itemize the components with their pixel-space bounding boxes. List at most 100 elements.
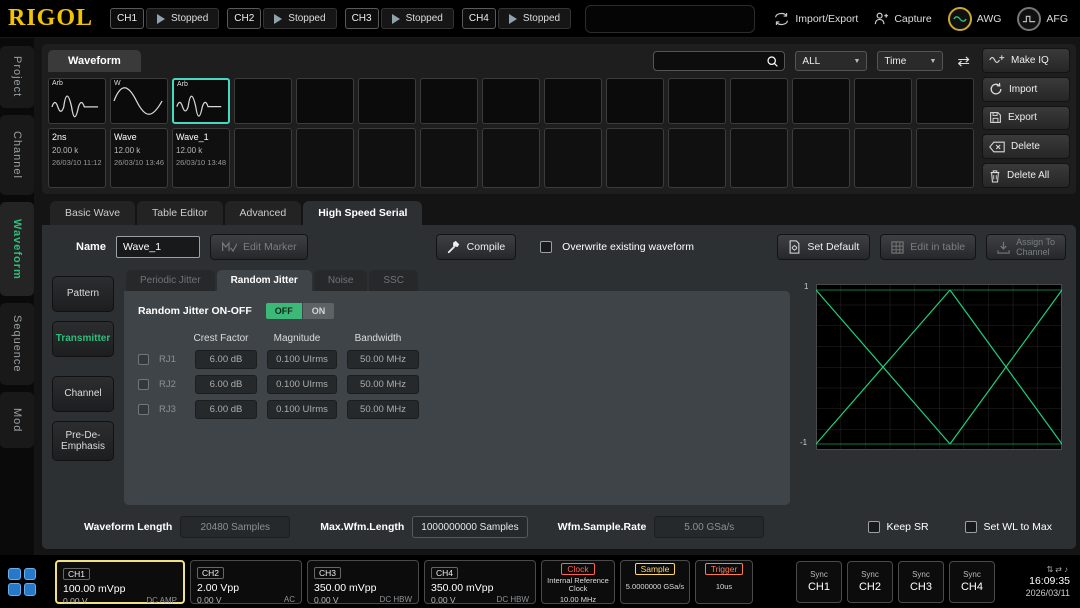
nav-pre-de-emphasis-button[interactable]: Pre-De-Emphasis <box>52 421 114 461</box>
max-wfm-length-field[interactable]: 1000000000 Samples <box>412 516 527 538</box>
waveform-thumbnail-empty[interactable] <box>916 78 974 124</box>
statusbar-ch1-block[interactable]: CH1 100.00 mVpp 0.00 V DC AMP <box>55 560 185 604</box>
delete-button[interactable]: Delete <box>982 134 1070 159</box>
waveform-length-field[interactable]: 20480 Samples <box>180 516 290 538</box>
waveform-slot-empty[interactable] <box>606 78 664 188</box>
waveform-thumbnail-selected[interactable]: Arb <box>172 78 230 124</box>
channel-status-ch4[interactable]: CH4 Stopped <box>462 8 571 29</box>
sync-ch3-button[interactable]: Sync CH3 <box>898 561 944 603</box>
waveform-slot-empty[interactable] <box>916 78 974 188</box>
sync-ch2-button[interactable]: Sync CH2 <box>847 561 893 603</box>
waveform-item-wave1-selected[interactable]: Arb Wave_1 12.00 k 26/03/10 13:48 <box>172 78 230 188</box>
toggle-on-button[interactable]: ON <box>303 303 335 319</box>
assign-to-channel-button[interactable]: Assign ToChannel <box>986 234 1066 260</box>
rj3-magnitude-field[interactable]: 0.100 UIrms <box>267 400 337 419</box>
nav-pattern-button[interactable]: Pattern <box>52 276 114 312</box>
waveform-thumbnail-empty[interactable] <box>606 78 664 124</box>
waveform-slot-empty[interactable] <box>792 78 850 188</box>
toggle-off-button[interactable]: OFF <box>266 303 302 319</box>
waveform-thumbnail-empty[interactable] <box>730 78 788 124</box>
tab-table-editor[interactable]: Table Editor <box>137 201 222 225</box>
waveform-thumbnail[interactable]: Arb <box>48 78 106 124</box>
rj1-bandwidth-field[interactable]: 50.00 MHz <box>347 350 419 369</box>
waveform-thumbnail-empty[interactable] <box>296 78 354 124</box>
waveform-thumbnail-empty[interactable] <box>482 78 540 124</box>
rj3-checkbox[interactable] <box>138 404 149 415</box>
statusbar-ch4-block[interactable]: CH4 350.00 mVpp 0.00 V DC HBW <box>424 560 536 604</box>
rj2-bandwidth-field[interactable]: 50.00 MHz <box>347 375 419 394</box>
statusbar-ch2-block[interactable]: CH2 2.00 Vpp 0.00 V AC <box>190 560 302 604</box>
waveform-item-wave[interactable]: W Wave 12.00 k 26/03/10 13:46 <box>110 78 168 188</box>
nav-channel-button[interactable]: Channel <box>52 376 114 412</box>
sort-order-icon[interactable]: ⇄ <box>953 52 974 70</box>
tab-noise[interactable]: Noise <box>314 270 368 291</box>
waveform-thumbnail-empty[interactable] <box>234 78 292 124</box>
waveform-slot-empty[interactable] <box>854 78 912 188</box>
waveform-thumbnail-empty[interactable] <box>668 78 726 124</box>
waveform-thumbnail-empty[interactable] <box>792 78 850 124</box>
apps-grid-button[interactable] <box>8 568 36 596</box>
waveform-slot-empty[interactable] <box>296 78 354 188</box>
waveform-slot-empty[interactable] <box>730 78 788 188</box>
tab-advanced[interactable]: Advanced <box>225 201 302 225</box>
export-button[interactable]: Export <box>982 106 1070 131</box>
waveform-thumbnail-empty[interactable] <box>420 78 478 124</box>
sync-ch1-button[interactable]: Sync CH1 <box>796 561 842 603</box>
waveform-slot-empty[interactable] <box>420 78 478 188</box>
edit-marker-button[interactable]: Edit Marker <box>210 234 308 260</box>
sort-by-dropdown[interactable]: Time ▼ <box>877 51 943 71</box>
waveform-slot-empty[interactable] <box>234 78 292 188</box>
capture-button[interactable]: Capture <box>870 11 935 26</box>
sidebar-item-channel[interactable]: Channel <box>0 115 34 195</box>
overwrite-checkbox[interactable] <box>540 241 552 253</box>
set-wl-to-max-checkbox[interactable] <box>965 521 977 533</box>
afg-mode-button[interactable]: AFG <box>1013 7 1072 31</box>
import-export-button[interactable]: Import/Export <box>769 11 862 27</box>
search-box[interactable] <box>653 51 785 71</box>
sync-ch4-button[interactable]: Sync CH4 <box>949 561 995 603</box>
sidebar-item-waveform[interactable]: Waveform <box>0 202 34 296</box>
set-default-button[interactable]: Set Default <box>777 234 870 260</box>
statusbar-ch3-block[interactable]: CH3 350.00 mVpp 0.00 V DC HBW <box>307 560 419 604</box>
waveform-slot-empty[interactable] <box>358 78 416 188</box>
trigger-block[interactable]: Trigger 10us <box>695 560 753 604</box>
waveform-thumbnail-empty[interactable] <box>544 78 602 124</box>
tab-high-speed-serial[interactable]: High Speed Serial <box>303 201 422 225</box>
tab-basic-wave[interactable]: Basic Wave <box>50 201 135 225</box>
rj3-bandwidth-field[interactable]: 50.00 MHz <box>347 400 419 419</box>
keep-sr-checkbox[interactable] <box>868 521 880 533</box>
search-icon[interactable] <box>766 55 779 68</box>
clock-block[interactable]: Clock Internal Reference Clock 10.00 MHz <box>541 560 615 604</box>
waveform-browser-tab[interactable]: Waveform <box>48 50 141 72</box>
rj3-crest-field[interactable]: 6.00 dB <box>195 400 257 419</box>
edit-in-table-button[interactable]: Edit in table <box>880 234 976 260</box>
search-input[interactable] <box>659 56 766 67</box>
filter-type-dropdown[interactable]: ALL ▼ <box>795 51 867 71</box>
nav-transmitter-button[interactable]: Transmitter <box>52 321 114 357</box>
rj2-checkbox[interactable] <box>138 379 149 390</box>
sidebar-item-mod[interactable]: Mod <box>0 392 34 448</box>
waveform-slot-empty[interactable] <box>482 78 540 188</box>
waveform-thumbnail[interactable]: W <box>110 78 168 124</box>
rj1-checkbox[interactable] <box>138 354 149 365</box>
make-iq-button[interactable]: Make IQ <box>982 48 1070 73</box>
sidebar-item-project[interactable]: Project <box>0 46 34 108</box>
delete-all-button[interactable]: Delete All <box>982 163 1070 188</box>
waveform-name-input[interactable] <box>116 236 200 258</box>
rj1-magnitude-field[interactable]: 0.100 UIrms <box>267 350 337 369</box>
channel-status-ch3[interactable]: CH3 Stopped <box>345 8 454 29</box>
sidebar-item-sequence[interactable]: Sequence <box>0 303 34 385</box>
waveform-slot-empty[interactable] <box>668 78 726 188</box>
rj2-crest-field[interactable]: 6.00 dB <box>195 375 257 394</box>
waveform-slot-empty[interactable] <box>544 78 602 188</box>
awg-mode-button[interactable]: AWG <box>944 7 1006 31</box>
import-button[interactable]: Import <box>982 77 1070 102</box>
sample-block[interactable]: Sample 5.0000000 GSa/s <box>620 560 690 604</box>
wfm-sample-rate-field[interactable]: 5.00 GSa/s <box>654 516 764 538</box>
waveform-thumbnail-empty[interactable] <box>854 78 912 124</box>
compile-button[interactable]: Compile <box>436 234 517 260</box>
tab-periodic-jitter[interactable]: Periodic Jitter <box>126 270 215 291</box>
channel-status-ch2[interactable]: CH2 Stopped <box>227 8 336 29</box>
tab-random-jitter[interactable]: Random Jitter <box>217 270 312 291</box>
channel-status-ch1[interactable]: CH1 Stopped <box>110 8 219 29</box>
